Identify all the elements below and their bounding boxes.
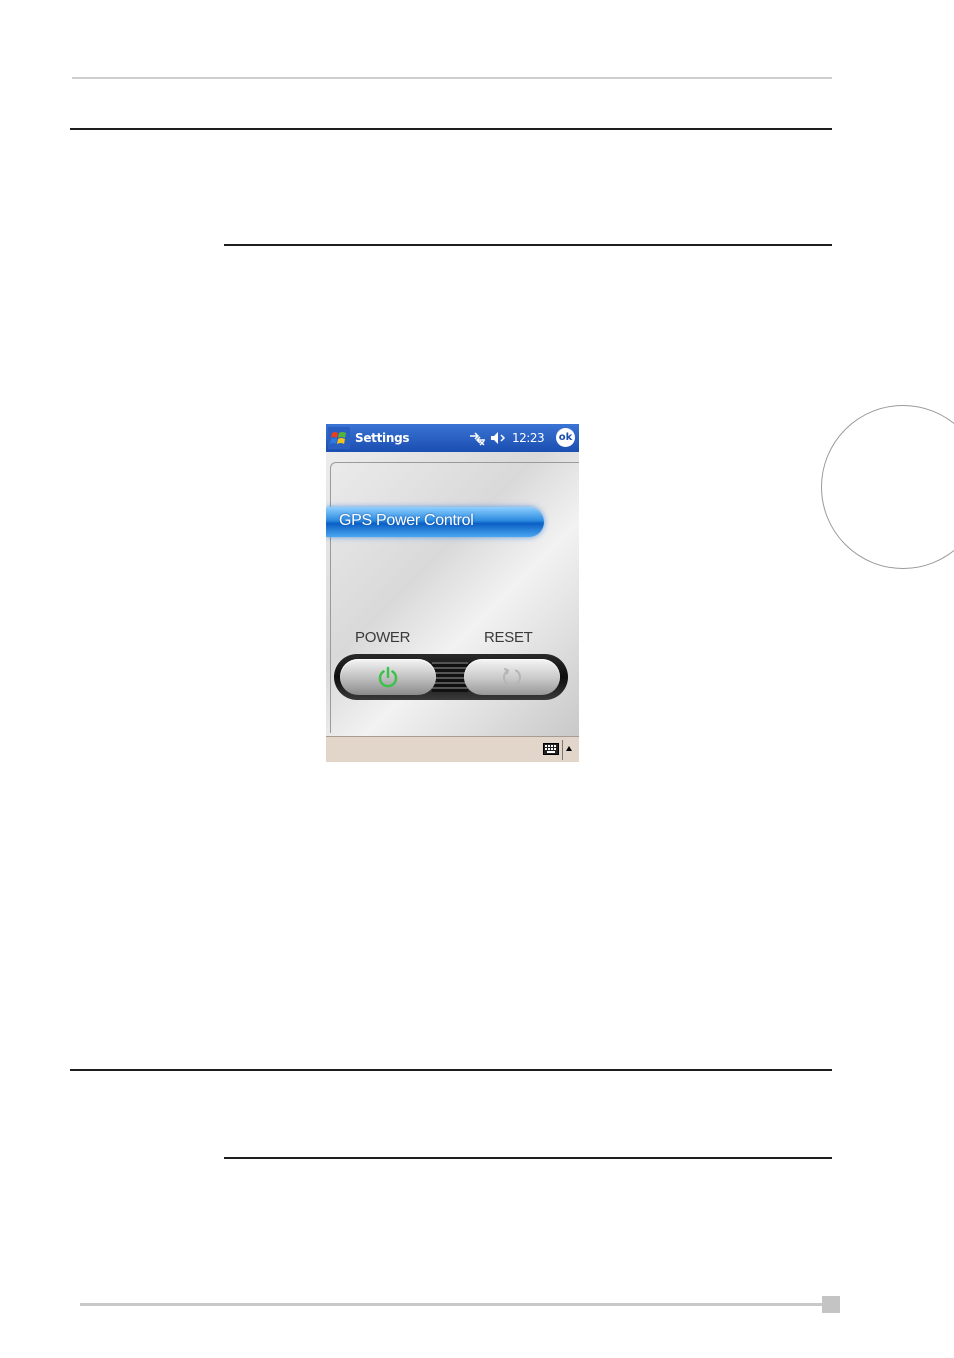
reset-button[interactable]: [464, 659, 560, 695]
footer-rule: [80, 1303, 822, 1306]
subsection-divider: [224, 244, 832, 246]
section-divider: [70, 128, 832, 130]
power-button[interactable]: [340, 659, 436, 695]
keyboard-icon[interactable]: [543, 743, 559, 755]
power-icon: [378, 666, 398, 688]
subsection-divider: [224, 1157, 832, 1159]
sip-arrow-icon[interactable]: [566, 746, 572, 751]
ok-button[interactable]: ok: [556, 428, 575, 447]
title-bar: Settings 12:23 ok: [326, 424, 579, 452]
chapter-tab: [821, 405, 954, 569]
gps-power-control-title: GPS Power Control: [339, 512, 474, 529]
volume-muted-icon[interactable]: [490, 430, 508, 446]
windows-start-icon[interactable]: [328, 427, 350, 449]
menu-bar: [326, 736, 579, 762]
top-rule: [72, 77, 832, 79]
reset-icon: [503, 668, 521, 687]
switch-grille: [432, 662, 468, 692]
input-divider: [562, 740, 563, 760]
page-marker: [822, 1296, 840, 1313]
app-title: Settings: [355, 431, 410, 445]
power-label: POWER: [355, 629, 411, 646]
reset-label: RESET: [484, 629, 533, 646]
section-divider: [70, 1069, 832, 1071]
connectivity-icon[interactable]: [469, 430, 486, 446]
content-area: GPS Power Control POWER RESET: [326, 452, 579, 736]
clock[interactable]: 12:23: [512, 431, 545, 445]
pda-screenshot: Settings 12:23 ok GPS Power Control POWE…: [326, 424, 579, 762]
